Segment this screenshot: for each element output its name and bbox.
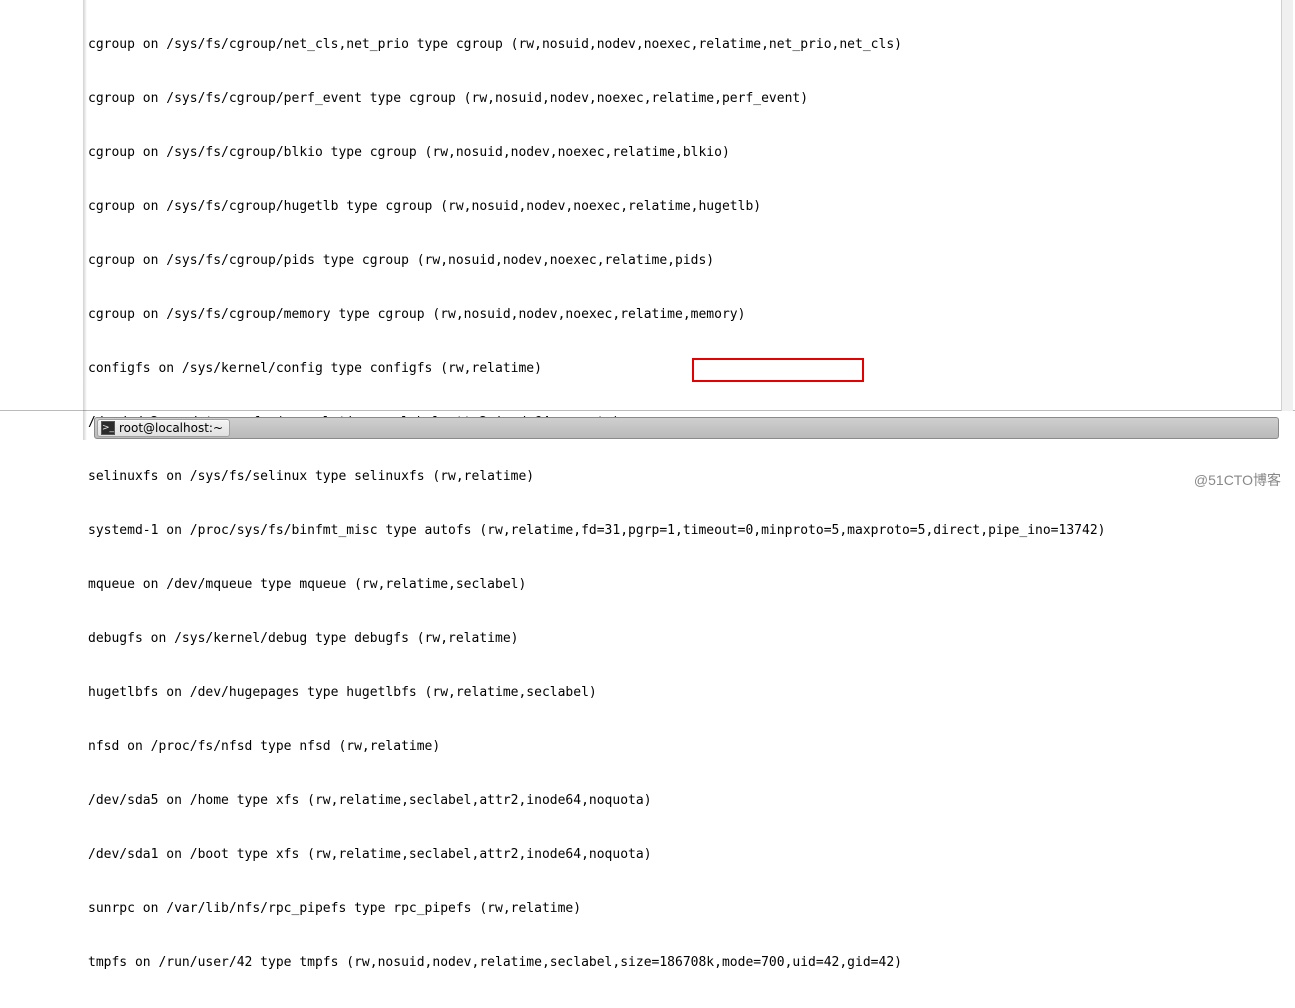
mount-line: mqueue on /dev/mqueue type mqueue (rw,re… xyxy=(88,576,1295,594)
taskbar-item-terminal[interactable]: >_ root@localhost:~ xyxy=(97,419,230,437)
mount-line: /dev/sda5 on /home type xfs (rw,relatime… xyxy=(88,792,1295,810)
mount-line: cgroup on /sys/fs/cgroup/memory type cgr… xyxy=(88,306,1295,324)
watermark-text: @51CTO博客 xyxy=(1194,470,1281,490)
mount-line: tmpfs on /run/user/42 type tmpfs (rw,nos… xyxy=(88,954,1295,972)
mount-line: debugfs on /sys/kernel/debug type debugf… xyxy=(88,630,1295,648)
scrollbar-vertical[interactable] xyxy=(1281,0,1293,411)
mount-line: selinuxfs on /sys/fs/selinux type selinu… xyxy=(88,468,1295,486)
window-taskbar: >_ root@localhost:~ xyxy=(94,417,1279,439)
mount-line: sunrpc on /var/lib/nfs/rpc_pipefs type r… xyxy=(88,900,1295,918)
taskbar-item-label: root@localhost:~ xyxy=(119,421,223,435)
terminal-icon: >_ xyxy=(101,421,115,435)
mount-line: cgroup on /sys/fs/cgroup/hugetlb type cg… xyxy=(88,198,1295,216)
mount-line: hugetlbfs on /dev/hugepages type hugetlb… xyxy=(88,684,1295,702)
mount-line: systemd-1 on /proc/sys/fs/binfmt_misc ty… xyxy=(88,522,1295,540)
mount-line: nfsd on /proc/fs/nfsd type nfsd (rw,rela… xyxy=(88,738,1295,756)
mount-line: configfs on /sys/kernel/config type conf… xyxy=(88,360,1295,378)
mount-line: cgroup on /sys/fs/cgroup/perf_event type… xyxy=(88,90,1295,108)
mount-line: cgroup on /sys/fs/cgroup/blkio type cgro… xyxy=(88,144,1295,162)
terminal-output[interactable]: cgroup on /sys/fs/cgroup/net_cls,net_pri… xyxy=(0,0,1295,411)
mount-line: cgroup on /sys/fs/cgroup/net_cls,net_pri… xyxy=(88,36,1295,54)
mount-line: cgroup on /sys/fs/cgroup/pids type cgrou… xyxy=(88,252,1295,270)
mount-line: /dev/sda1 on /boot type xfs (rw,relatime… xyxy=(88,846,1295,864)
